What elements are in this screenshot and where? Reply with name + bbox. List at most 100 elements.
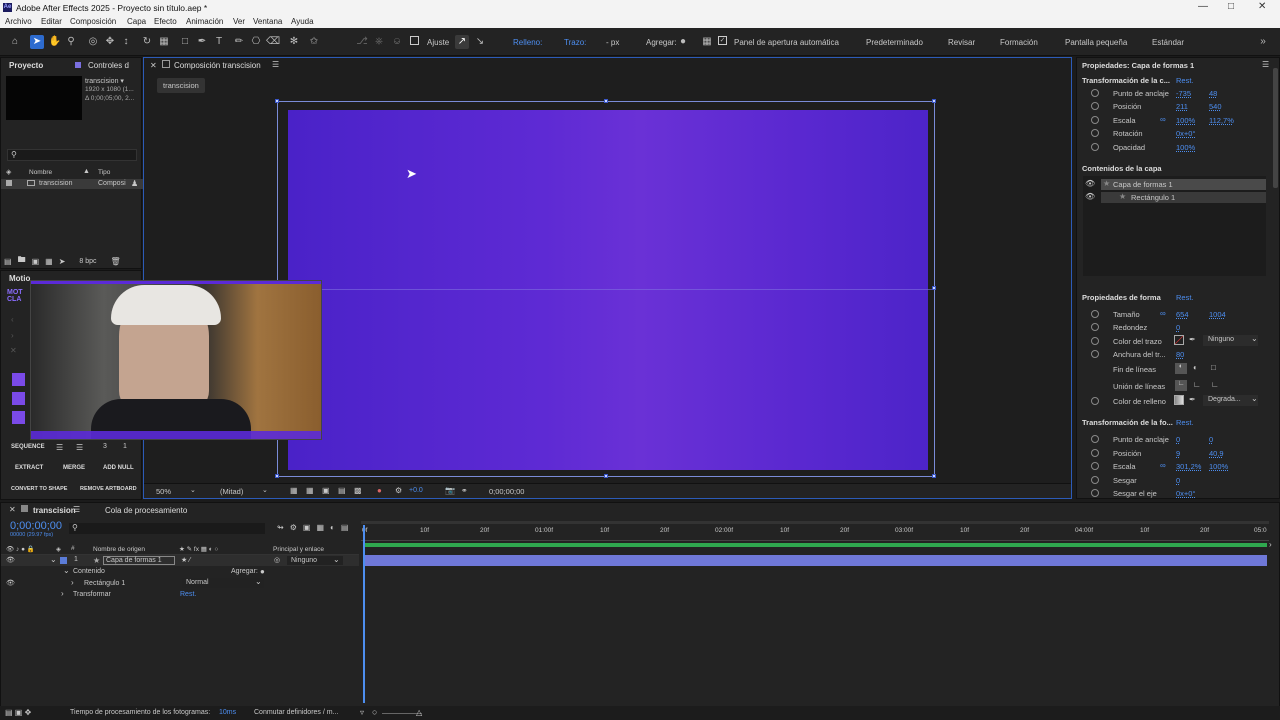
interpret-icon[interactable]: ▤ [4,257,12,266]
orbit-camera-icon[interactable]: ◎ [86,35,100,49]
prop-v1[interactable]: -735 [1176,89,1191,98]
label-color[interactable] [60,557,67,564]
grid-icon[interactable]: ▦ [700,35,714,49]
stopwatch-icon[interactable] [1091,116,1099,124]
frame-blend-icon[interactable]: ▦ [316,523,324,532]
align-right-icon[interactable]: ☰ [76,443,83,452]
axis-world-icon[interactable]: ⎈ [372,35,386,49]
expand-rect-icon[interactable]: › [71,578,74,587]
prop-v2[interactable]: 1004 [1209,310,1226,319]
workspace-pantalla-pequena[interactable]: Pantalla pequeña [1065,38,1127,47]
col-tipo[interactable]: Tipo [98,169,110,176]
transform-rest[interactable]: Rest. [180,591,196,598]
menu-composicion[interactable]: Composición [70,17,116,26]
project-search-input[interactable]: ⚲ [7,149,137,161]
toggle-switches[interactable]: Conmutar definidores / m... [254,709,338,716]
prop-v1[interactable]: 9 [1176,449,1180,458]
snapshot-icon[interactable]: 📷 [445,486,455,495]
list-item[interactable]: 👁 ★ Capa de formas 1 [1085,179,1266,190]
lock-icon[interactable] [162,60,170,68]
link-icon[interactable]: ∞ [1160,115,1166,124]
chevron-right-icon[interactable]: › [1269,540,1272,549]
rest-shape-transform[interactable]: Rest. [1176,418,1194,427]
prop-v2[interactable]: 540 [1209,102,1222,111]
playhead[interactable] [363,525,365,703]
timecode[interactable]: 0;00;00;00 [10,520,62,532]
remove-artboard-button[interactable]: REMOVE ARTBOARD [80,486,137,492]
col-nombre[interactable]: Nombre [29,169,52,176]
stopwatch-icon[interactable] [1091,310,1099,318]
bpc-label[interactable]: 8 bpc [79,258,96,265]
motion-swatch-3[interactable] [12,411,25,424]
rectangle-tool-icon[interactable]: □ [178,35,192,49]
prop-v2[interactable]: 40,9 [1209,449,1224,458]
zoom-slider[interactable]: ○ [372,707,377,717]
motion-num-1[interactable]: 3 [103,443,107,450]
handle-bl[interactable] [275,474,279,478]
eyedropper-icon[interactable]: ✒ [1189,335,1196,344]
chevron-left-icon[interactable]: ‹ [11,315,14,324]
maximize-icon[interactable]: □ [1228,1,1234,12]
comp-breadcrumb[interactable]: transcision [157,78,205,93]
handle-br[interactable] [932,474,936,478]
panel-menu-icon[interactable]: ☰ [272,60,279,69]
transparency-icon[interactable]: ▦ [306,486,314,495]
props-scrollbar[interactable] [1273,68,1278,188]
merge-button[interactable]: MERGE [63,465,85,471]
show-snapshot-icon[interactable]: ⚭ [461,486,468,495]
stopwatch-icon[interactable] [1091,435,1099,443]
close-icon[interactable]: ✕ [1258,1,1266,12]
fill-color-swatch[interactable] [1174,395,1184,405]
fill-mode-select[interactable]: Degrada... [1203,395,1258,406]
dolly-camera-icon[interactable]: ↕ [119,35,133,49]
more-workspaces-icon[interactable]: » [1256,35,1270,49]
trazo-label[interactable]: Trazo: [564,38,586,47]
puppet-tool-icon[interactable]: ✩ [307,35,321,49]
eraser-tool-icon[interactable]: ⌫ [266,35,280,49]
time-ruler[interactable]: 0f 10f 20f 01:00f 10f 20f 02:00f 10f 20f… [361,525,1269,541]
expand-transform-icon[interactable]: › [61,589,64,598]
stopwatch-icon[interactable] [1091,476,1099,484]
tab-render-queue[interactable]: Cola de procesamiento [105,506,187,515]
motion-blur-icon[interactable]: ◐ [330,523,335,532]
prop-v2[interactable]: 0 [1209,435,1213,444]
region-icon[interactable]: ▦ [290,486,298,495]
convert-shape-button[interactable]: CONVERT TO SHAPE [11,486,67,492]
status-icons[interactable]: ▤ ▣ ✥ [5,708,31,717]
zoom-tool-icon[interactable]: ⚲ [64,35,78,49]
close-x-icon[interactable]: ✕ [10,346,17,355]
extract-button[interactable]: EXTRACT [15,465,43,471]
rest-transform[interactable]: Rest. [1176,76,1194,85]
text-tool-icon[interactable]: T [212,35,226,49]
prop-v2[interactable]: 112,7% [1209,116,1234,125]
prop-v2[interactable]: 48 [1209,89,1217,98]
handle-tl[interactable] [275,99,279,103]
menu-ayuda[interactable]: Ayuda [291,17,314,26]
chevron-down-icon[interactable]: ⌄ [333,555,340,564]
prop-v1[interactable]: 0 [1176,435,1180,444]
tab-controles[interactable]: Controles d [88,61,129,70]
layer-name[interactable]: Capa de formas 1 [103,556,175,565]
col-source-name[interactable]: Nombre de origen [93,546,145,553]
prop-v1[interactable]: 0x+0° [1176,489,1195,498]
eye-icon[interactable]: 👁 [1085,192,1095,201]
prop-v1[interactable]: 100% [1176,143,1195,152]
relleno-label[interactable]: Relleno: [513,38,542,47]
cap-butt-icon[interactable]: ◐ [1175,363,1187,374]
tab-composition[interactable]: Composición transcision [174,61,261,70]
timeline-menu-icon[interactable]: ☰ [73,505,80,514]
align-left-icon[interactable]: ☰ [56,443,63,452]
close-tab-icon[interactable]: ✕ [150,61,157,70]
project-row[interactable]: transcision Composi ♟ [1,179,143,189]
exposure-value[interactable]: +0.0 [409,487,423,494]
chevron-right-icon[interactable]: › [11,331,14,340]
brush-tool-icon[interactable]: ✏ [232,35,246,49]
add-content-icon[interactable]: ● [260,567,265,576]
join-miter-icon[interactable]: ∟ [1175,380,1187,391]
eyedropper-icon[interactable]: ✒ [1189,395,1196,404]
handle-mr[interactable] [932,286,936,290]
prop-v1[interactable]: 211 [1176,102,1188,111]
clone-stamp-icon[interactable]: ⎔ [249,35,263,49]
stopwatch-icon[interactable] [1091,143,1099,151]
graph-editor-icon[interactable]: ▤ [341,523,349,532]
